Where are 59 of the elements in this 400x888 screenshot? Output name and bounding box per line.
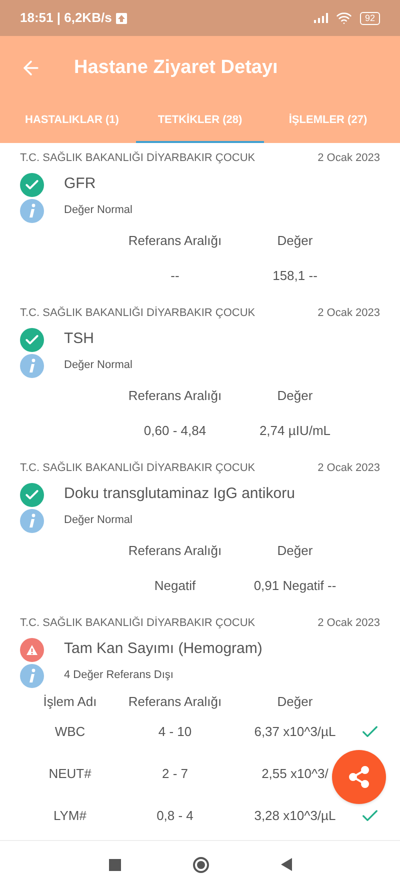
column-header: Referans Aralığı xyxy=(128,386,222,405)
app-title: Hastane Ziyaret Detayı xyxy=(74,56,278,80)
tab[interactable]: HASTALIKLAR (1) xyxy=(8,100,136,143)
table-cell-text: 2,55 x10^3/ xyxy=(262,765,328,784)
share-button[interactable] xyxy=(332,750,386,804)
table-cell-text: WBC xyxy=(54,723,86,742)
column-header: Referans Aralığı xyxy=(128,542,222,560)
institution-name: T.C. SAĞLIK BAKANLIĞI DİYARBAKIR ÇOCUK xyxy=(20,150,256,166)
column-header: Değer xyxy=(277,692,313,711)
column-header: Değer xyxy=(277,386,313,405)
test-name: Doku transglutaminaz IgG antikoru xyxy=(64,484,295,504)
table-cell-text: 3,28 x10^3/µL xyxy=(254,807,336,826)
home-button[interactable] xyxy=(192,856,208,872)
back-nav-button[interactable] xyxy=(280,858,292,871)
table-cell-text: 2 - 7 xyxy=(162,765,188,784)
institution-name: T.C. SAĞLIK BAKANLIĞI DİYARBAKIR ÇOCUK xyxy=(20,306,256,321)
table-cell-text: LYM# xyxy=(54,807,86,826)
table-cell-text: 4 - 10 xyxy=(158,723,192,742)
table-cell-text: 6,37 x10^3/µL xyxy=(254,723,336,742)
signal-icon xyxy=(314,13,328,23)
info-icon xyxy=(20,664,44,688)
column-header: Referans Aralığı xyxy=(128,692,222,711)
test-name: GFR xyxy=(64,174,96,194)
tab[interactable]: İŞLEMLER (27) xyxy=(264,100,392,143)
share-icon xyxy=(347,765,371,789)
test-date: 2 Ocak 2023 xyxy=(318,461,380,476)
table-cell-text: 0,8 - 4 xyxy=(156,807,194,826)
info-icon xyxy=(20,354,44,378)
test-date: 2 Ocak 2023 xyxy=(318,306,380,321)
test-name: TSH xyxy=(64,329,94,350)
status-text: 18:51 | 6,2KB/s xyxy=(20,9,112,28)
table-cell-text: NEUT# xyxy=(48,765,92,784)
tab[interactable]: TETKİKLER (28) xyxy=(136,100,264,143)
test-note: Değer Normal xyxy=(64,358,132,374)
column-header: Referans Aralığı xyxy=(128,232,222,250)
test-note: Değer Normal xyxy=(64,203,132,218)
institution-name: T.C. SAĞLIK BAKANLIĞI DİYARBAKIR ÇOCUK xyxy=(20,460,256,476)
test-date: 2 Ocak 2023 xyxy=(318,151,380,166)
test-name: Tam Kan Sayımı (Hemogram) xyxy=(64,639,262,660)
table-cell-text: 0,91 Negatif -- xyxy=(254,577,336,596)
table-cell-text: 158,1 -- xyxy=(272,267,318,286)
table-cell-text: 2,74 µIU/mL xyxy=(259,422,331,440)
battery-icon: 92 xyxy=(360,12,380,24)
column-header: İşlem Adı xyxy=(43,692,97,711)
info-icon xyxy=(20,198,44,222)
column-header: Değer xyxy=(277,542,313,560)
wifi-icon xyxy=(336,10,352,26)
upload-icon xyxy=(116,12,127,24)
test-note: Değer Normal xyxy=(64,513,132,528)
recent-apps-button[interactable] xyxy=(108,858,120,870)
table-cell-text: 0,60 - 4,84 xyxy=(144,422,206,440)
test-date: 2 Ocak 2023 xyxy=(318,616,380,631)
table-cell-text: -- xyxy=(170,267,180,286)
institution-name: T.C. SAĞLIK BAKANLIĞI DİYARBAKIR ÇOCUK xyxy=(20,616,256,631)
column-header: Değer xyxy=(277,232,313,250)
info-icon xyxy=(20,508,44,532)
warning-icon xyxy=(20,638,44,662)
test-note: 4 Değer Referans Dışı xyxy=(64,668,174,684)
table-cell-text: Negatif xyxy=(154,577,196,596)
